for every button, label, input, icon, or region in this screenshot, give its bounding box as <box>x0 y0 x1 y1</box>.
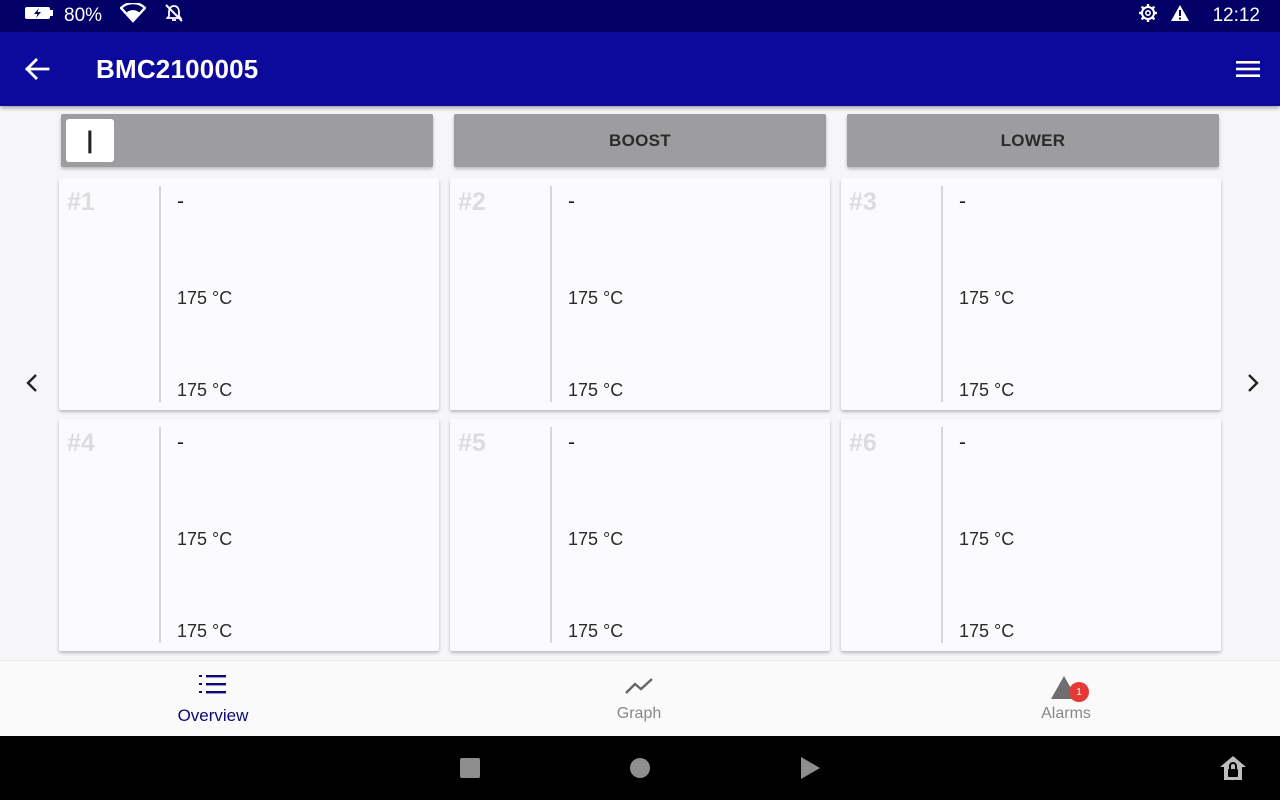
recents-square-icon[interactable] <box>458 756 482 780</box>
nav-graph-label: Graph <box>616 704 662 722</box>
zone-number: #3 <box>849 188 877 216</box>
home-lock-icon[interactable] <box>1219 754 1247 782</box>
chevron-right-icon[interactable] <box>1238 368 1268 398</box>
back-arrow-icon[interactable] <box>0 32 74 106</box>
card-divider <box>941 186 943 402</box>
zone-temperature-actual: 175 °C <box>177 288 233 308</box>
trend-line-icon <box>624 676 654 701</box>
zone-status: - <box>568 190 575 213</box>
nav-overview-label: Overview <box>177 705 249 725</box>
zone-card[interactable]: #6 - 175 °C 175 °C <box>841 419 1221 651</box>
lower-button[interactable]: LOWER <box>847 114 1219 167</box>
nav-alarms-label: Alarms <box>1041 705 1091 722</box>
card-divider <box>159 427 161 643</box>
card-divider <box>159 186 161 402</box>
list-numbered-icon <box>199 673 227 702</box>
settings-gear-icon <box>1138 3 1158 29</box>
bell-off-icon <box>164 3 184 29</box>
zone-card[interactable]: #3 - 175 °C 175 °C <box>841 178 1221 410</box>
zone-temperature-setpoint: 175 °C <box>959 380 1015 400</box>
zone-temperature-setpoint: 175 °C <box>177 621 233 641</box>
zone-temperature-actual: 175 °C <box>959 529 1015 549</box>
card-divider <box>550 186 552 402</box>
app-bar: BMC2100005 <box>0 32 1280 106</box>
warning-icon <box>1170 4 1190 28</box>
zone-temperature-setpoint: 175 °C <box>568 621 624 641</box>
zone-number: #4 <box>67 429 95 457</box>
zone-status: - <box>177 431 184 454</box>
zone-number: #2 <box>458 188 486 216</box>
nav-overview[interactable]: Overview <box>0 661 426 737</box>
zone-number: #5 <box>458 429 486 457</box>
boost-button[interactable]: BOOST <box>454 114 826 167</box>
zone-temperature-setpoint: 175 °C <box>568 380 624 400</box>
back-triangle-icon[interactable] <box>798 756 822 780</box>
alarm-count-badge: 1 <box>1069 682 1089 702</box>
zone-status: - <box>568 431 575 454</box>
bottom-navigation: Overview Graph 1 Alarms <box>0 660 1280 736</box>
nav-graph[interactable]: Graph <box>426 661 852 737</box>
zone-temperature-setpoint: 175 °C <box>959 621 1015 641</box>
zone-status: - <box>959 431 966 454</box>
toggle-knob[interactable]: | <box>66 119 114 162</box>
zone-status: - <box>177 190 184 213</box>
control-buttons: | BOOST LOWER <box>61 114 1220 167</box>
zone-card[interactable]: #5 - 175 °C 175 °C <box>450 419 830 651</box>
zone-temperature-actual: 175 °C <box>959 288 1015 308</box>
clock-time: 12:12 <box>1212 5 1260 26</box>
home-circle-icon[interactable] <box>628 756 652 780</box>
status-bar: 80% 12:12 <box>0 0 1280 32</box>
zone-card[interactable]: #2 - 175 °C 175 °C <box>450 178 830 410</box>
zone-temperature-actual: 175 °C <box>177 529 233 549</box>
zone-number: #6 <box>849 429 877 457</box>
system-navigation-bar <box>0 736 1280 800</box>
overview-content: | BOOST LOWER #1 - 175 °C 175 °C #2 - 17… <box>0 106 1280 660</box>
zone-temperature-actual: 175 °C <box>568 529 624 549</box>
hamburger-menu-icon[interactable] <box>1216 32 1280 106</box>
battery-charging-icon <box>24 5 54 27</box>
chevron-left-icon[interactable] <box>17 368 47 398</box>
zone-card[interactable]: #4 - 175 °C 175 °C <box>59 419 439 651</box>
zone-status: - <box>959 190 966 213</box>
device-title: BMC2100005 <box>96 53 259 84</box>
battery-percent: 80% <box>64 5 103 26</box>
wifi-icon <box>119 1 147 29</box>
zone-temperature-setpoint: 175 °C <box>177 380 233 400</box>
zone-number: #1 <box>67 188 95 216</box>
card-divider <box>941 427 943 643</box>
zone-card[interactable]: #1 - 175 °C 175 °C <box>59 178 439 410</box>
zone-temperature-actual: 175 °C <box>568 288 624 308</box>
card-divider <box>550 427 552 643</box>
nav-alarms[interactable]: 1 Alarms <box>853 661 1279 737</box>
power-toggle-button[interactable]: | <box>61 114 433 167</box>
